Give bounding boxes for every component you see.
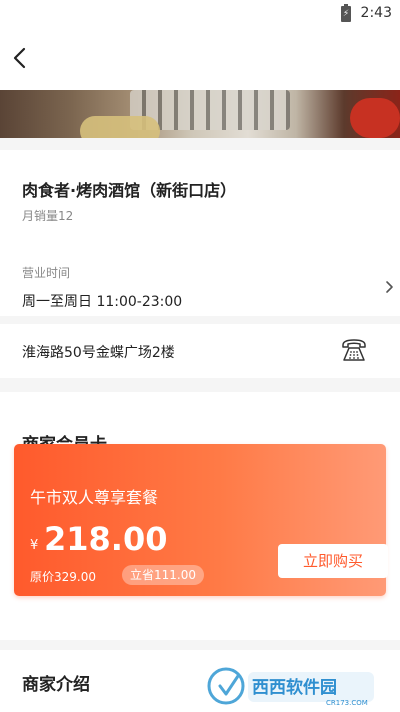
- address-row: 淮海路50号金蝶广场2楼: [0, 324, 400, 378]
- price-currency: ¥: [30, 538, 39, 553]
- monthly-sales: 月销量12: [22, 209, 74, 223]
- status-bar: 2:43: [0, 0, 400, 28]
- shop-banner-image: [0, 90, 400, 138]
- svg-text:西西软件园: 西西软件园: [252, 677, 337, 698]
- save-badge: 立省111.00: [122, 565, 204, 585]
- intro-section-title: 商家介绍: [22, 675, 90, 695]
- address-text: 淮海路50号金蝶广场2楼: [22, 345, 175, 361]
- chevron-left-icon[interactable]: [10, 46, 30, 70]
- business-hours-value: 周一至周日 11:00-23:00: [22, 294, 183, 310]
- banner-pepper: [350, 98, 400, 138]
- business-hours-label: 营业时间: [22, 266, 71, 280]
- svg-text:CR173.COM: CR173.COM: [326, 699, 368, 707]
- business-hours-row[interactable]: 营业时间 周一至周日 11:00-23:00: [0, 256, 400, 316]
- battery-charging-icon: [341, 4, 351, 22]
- buy-now-button[interactable]: 立即购买: [278, 544, 388, 578]
- status-time: 2:43: [360, 5, 392, 21]
- package-title: 午市双人尊享套餐: [30, 488, 159, 507]
- vip-package-card[interactable]: 午市双人尊享套餐 ¥ 218.00 原价329.00 立省111.00 立即购买: [14, 444, 388, 596]
- nav-bar: [0, 28, 400, 90]
- telephone-icon[interactable]: [340, 336, 368, 364]
- shop-name: 肉食者·烤肉酒馆（新街口店）: [22, 181, 237, 200]
- chevron-right-icon: [386, 281, 393, 293]
- banner-meat: [80, 116, 160, 138]
- package-price: 218.00: [44, 520, 168, 558]
- shop-info-card: 肉食者·烤肉酒馆（新街口店） 月销量12: [0, 150, 400, 256]
- original-price: 原价329.00: [30, 570, 96, 584]
- site-watermark-logo: 西西软件园 CR173.COM: [207, 667, 374, 707]
